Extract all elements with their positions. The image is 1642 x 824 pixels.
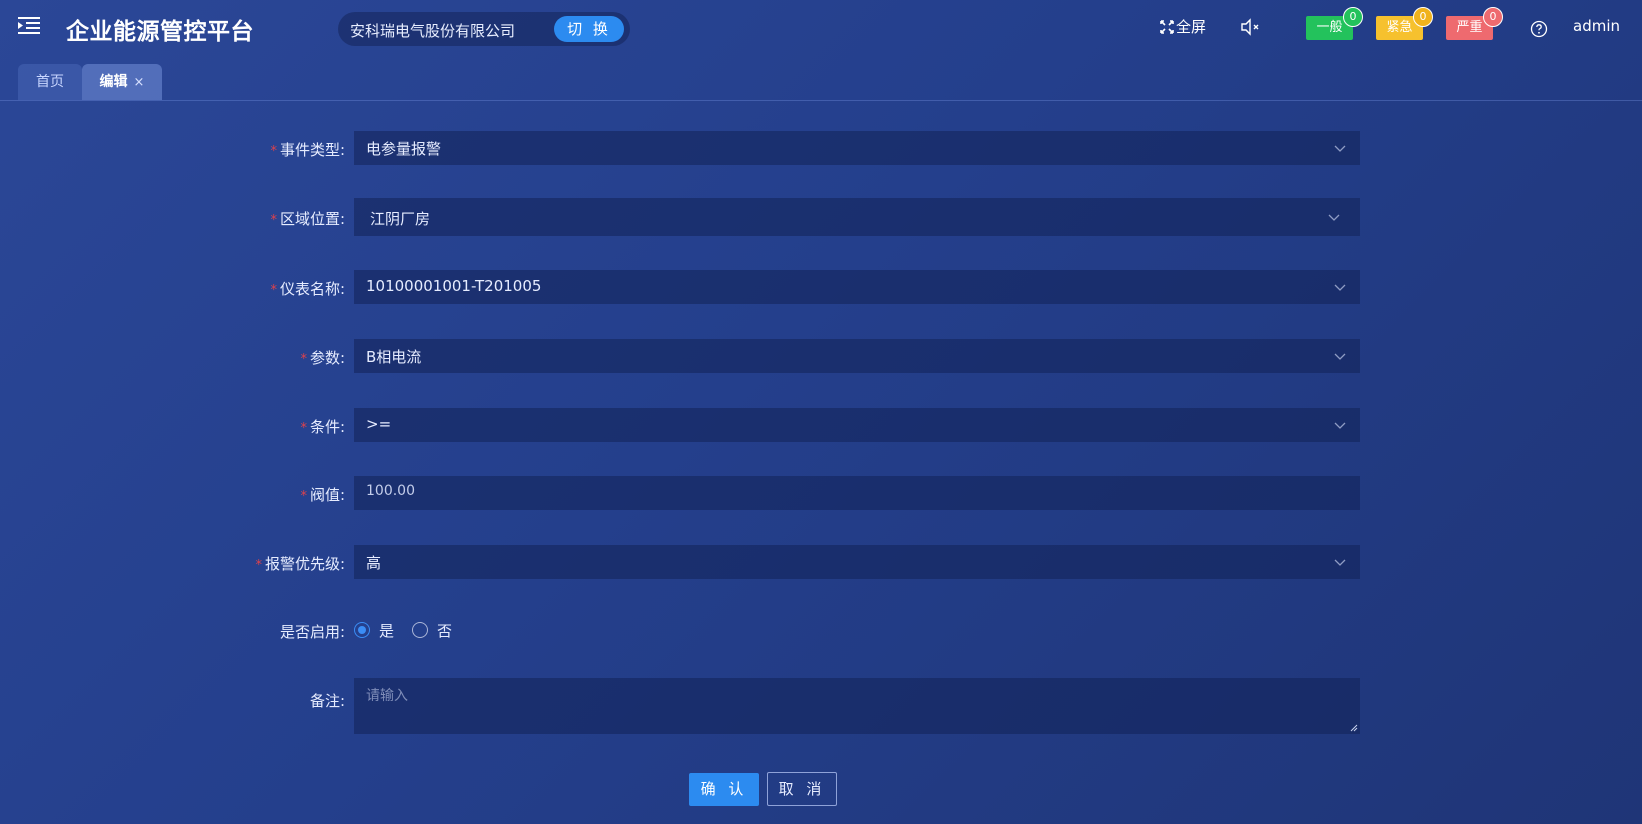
region-value: 江阴厂房	[370, 210, 431, 228]
region-select[interactable]: 江阴厂房	[354, 198, 1360, 236]
radio-checked-icon	[354, 622, 370, 638]
required-mark: *	[300, 489, 307, 504]
tab-home[interactable]: 首页	[18, 64, 82, 100]
alarm-severe-badge[interactable]: 严重 0	[1446, 7, 1503, 40]
threshold-label: * 阀值:	[300, 486, 345, 504]
alarm-general-label: 一般	[1316, 20, 1343, 35]
meter-value: 10100001001-T201005	[366, 277, 542, 295]
remark-placeholder: 请输入	[366, 688, 408, 704]
threshold-value: 100.00	[366, 483, 415, 499]
alarm-severe-label: 严重	[1456, 20, 1483, 35]
radio-unchecked-icon	[412, 622, 428, 638]
user-menu[interactable]: admin	[1573, 17, 1620, 35]
tab-edit-label: 编辑	[99, 74, 128, 90]
alarm-urgent-label: 紧急	[1386, 20, 1413, 35]
param-label: * 参数:	[300, 349, 345, 367]
required-mark: *	[270, 283, 277, 298]
required-mark: *	[300, 421, 307, 436]
switch-company-button[interactable]: 切 换	[554, 16, 624, 42]
cancel-button[interactable]: 取 消	[767, 772, 837, 806]
param-select[interactable]: B相电流	[354, 339, 1360, 373]
mute-speaker-icon[interactable]	[1240, 17, 1262, 37]
chevron-down-icon	[1334, 145, 1346, 152]
alarm-general-badge[interactable]: 一般 0	[1306, 7, 1363, 40]
required-mark: *	[270, 213, 277, 228]
condition-value: >=	[366, 415, 392, 433]
radio-yes-label: 是	[379, 622, 395, 640]
event-type-select[interactable]: 电参量报警	[354, 131, 1360, 165]
meter-select[interactable]: 10100001001-T201005	[354, 270, 1360, 304]
tab-edit[interactable]: 编辑 ×	[82, 64, 162, 100]
alarm-severe-count: 0	[1483, 7, 1503, 27]
priority-value: 高	[366, 554, 382, 572]
fullscreen-icon	[1160, 20, 1174, 34]
condition-select[interactable]: >=	[354, 408, 1360, 442]
event-type-label: * 事件类型:	[270, 141, 345, 159]
alarm-general-count: 0	[1343, 7, 1363, 27]
menu-fold-icon[interactable]	[18, 16, 40, 36]
condition-label: * 条件:	[300, 418, 345, 436]
priority-select[interactable]: 高	[354, 545, 1360, 579]
alarm-urgent-badge[interactable]: 紧急 0	[1376, 7, 1433, 40]
chevron-down-icon	[1334, 353, 1346, 360]
required-mark: *	[300, 352, 307, 367]
chevron-down-icon	[1328, 214, 1340, 221]
required-mark: *	[270, 144, 277, 159]
threshold-input[interactable]: 100.00	[354, 476, 1360, 510]
remark-textarea[interactable]: 请输入	[354, 678, 1360, 734]
company-name: 安科瑞电气股份有限公司	[350, 22, 516, 40]
help-icon[interactable]	[1530, 20, 1548, 38]
priority-label: * 报警优先级:	[255, 555, 345, 573]
tab-divider	[0, 100, 1642, 101]
confirm-button[interactable]: 确 认	[689, 773, 759, 806]
param-value: B相电流	[366, 348, 422, 366]
chevron-down-icon	[1334, 422, 1346, 429]
alarm-urgent-count: 0	[1413, 7, 1433, 27]
event-type-value: 电参量报警	[366, 140, 442, 158]
region-label: * 区域位置:	[270, 210, 345, 228]
meter-label: * 仪表名称:	[270, 280, 345, 298]
fullscreen-button[interactable]: 全屏	[1160, 16, 1206, 38]
resize-handle-icon[interactable]	[1350, 724, 1358, 732]
company-selector: 安科瑞电气股份有限公司 切 换	[338, 12, 630, 46]
close-icon[interactable]: ×	[134, 65, 145, 101]
radio-no-label: 否	[437, 622, 453, 640]
enabled-label: 是否启用:	[279, 623, 345, 641]
chevron-down-icon	[1334, 284, 1346, 291]
chevron-down-icon	[1334, 559, 1346, 566]
top-header: 企业能源管控平台 安科瑞电气股份有限公司 切 换 全屏 一般 0 紧急 0 严重…	[0, 0, 1642, 56]
remark-label: 备注:	[309, 692, 345, 710]
app-title: 企业能源管控平台	[66, 19, 254, 45]
required-mark: *	[255, 558, 262, 573]
fullscreen-label: 全屏	[1176, 18, 1207, 36]
